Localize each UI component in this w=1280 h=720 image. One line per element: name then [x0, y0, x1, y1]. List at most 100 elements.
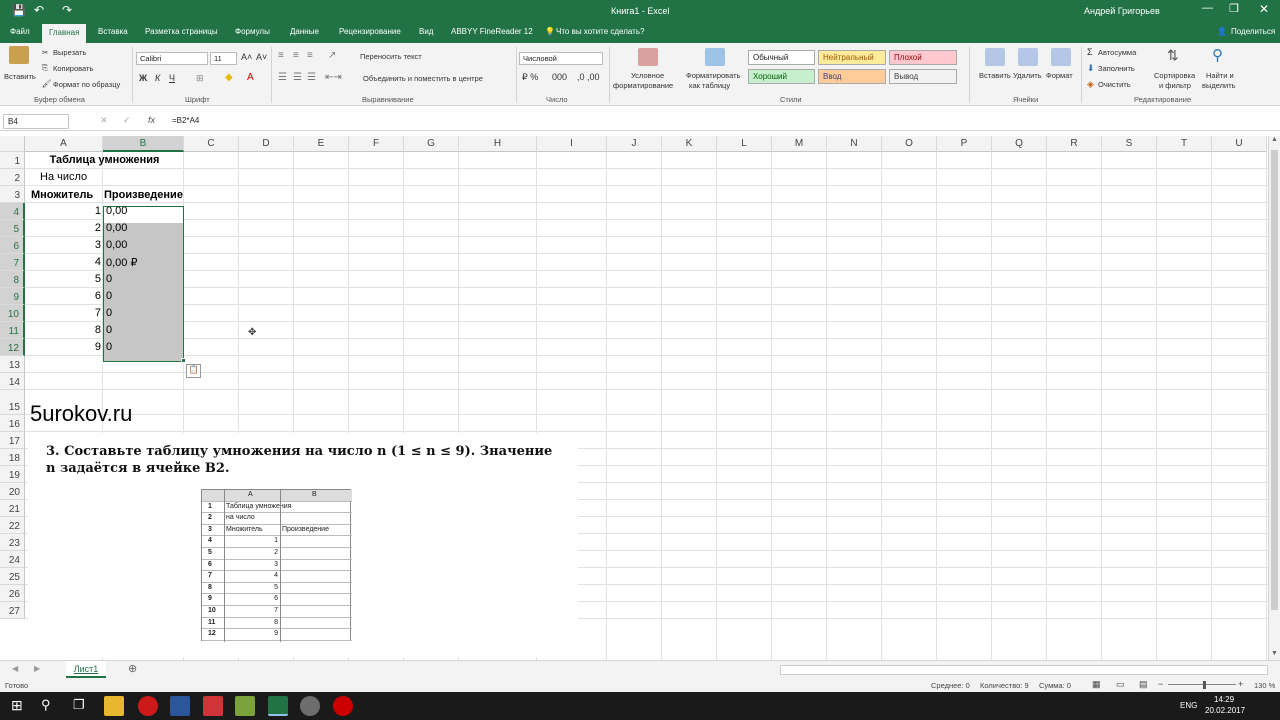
- row-header-11[interactable]: 11: [0, 322, 25, 339]
- row-header-5[interactable]: 5: [0, 220, 25, 237]
- user-name[interactable]: Андрей Григорьев: [1084, 6, 1160, 16]
- cell-b5[interactable]: 0,00: [106, 222, 127, 234]
- explorer-icon[interactable]: [104, 696, 124, 716]
- row-header-9[interactable]: 9: [0, 288, 25, 305]
- row-header-23[interactable]: 23: [0, 534, 25, 551]
- row-header-4[interactable]: 4: [0, 203, 25, 220]
- minimize-icon[interactable]: —: [1202, 2, 1213, 14]
- find-select-icon[interactable]: ⚲: [1212, 46, 1223, 64]
- paste-button[interactable]: Вставить: [4, 72, 36, 81]
- column-header-l[interactable]: L: [717, 136, 772, 152]
- indent-icon[interactable]: ⇤⇥: [325, 72, 342, 83]
- fill-icon[interactable]: ⬇: [1087, 63, 1095, 74]
- format-cells-icon[interactable]: [1051, 48, 1071, 66]
- borders-icon[interactable]: ⊞: [196, 73, 204, 84]
- column-header-q[interactable]: Q: [992, 136, 1047, 152]
- language-indicator[interactable]: ENG: [1180, 701, 1197, 710]
- clock-time[interactable]: 14:29: [1214, 695, 1234, 704]
- decimal-icon[interactable]: ,0 ,00: [577, 72, 600, 82]
- select-all-corner[interactable]: [0, 136, 25, 152]
- insert-cells-button[interactable]: Вставить: [979, 71, 1011, 80]
- copy-icon[interactable]: ⎘: [42, 63, 48, 73]
- cell-a11[interactable]: 8: [26, 324, 101, 336]
- cell-a8[interactable]: 5: [26, 273, 101, 285]
- column-header-d[interactable]: D: [239, 136, 294, 152]
- column-header-s[interactable]: S: [1102, 136, 1157, 152]
- align-right-icon[interactable]: ☰: [307, 72, 316, 83]
- maximize-icon[interactable]: ❐: [1229, 2, 1239, 15]
- align-top-icon[interactable]: ≡: [278, 50, 284, 61]
- recorder-icon[interactable]: [333, 696, 353, 716]
- tab-abbyy[interactable]: ABBYY FineReader 12: [451, 27, 533, 36]
- find-select-label-2[interactable]: выделить: [1202, 81, 1236, 90]
- conditional-format-icon[interactable]: [638, 48, 658, 66]
- currency-icon[interactable]: ₽ %: [522, 72, 538, 83]
- enter-icon[interactable]: ✓: [123, 115, 131, 126]
- row-header-19[interactable]: 19: [0, 466, 25, 483]
- column-header-m[interactable]: M: [772, 136, 827, 152]
- row-header-27[interactable]: 27: [0, 602, 25, 619]
- align-bottom-icon[interactable]: ≡: [307, 50, 313, 61]
- horizontal-scrollbar[interactable]: [780, 665, 1268, 675]
- column-header-a[interactable]: A: [25, 136, 103, 152]
- prev-sheet-icon[interactable]: ◀: [12, 664, 18, 673]
- cell-b4[interactable]: 0,00: [106, 205, 127, 217]
- row-header-13[interactable]: 13: [0, 356, 25, 373]
- format-cells-button[interactable]: Формат: [1046, 71, 1073, 80]
- style-good[interactable]: Хороший: [748, 69, 815, 84]
- sort-filter-label-2[interactable]: и фильтр: [1159, 81, 1191, 90]
- clear-button[interactable]: Очистить: [1098, 80, 1131, 89]
- column-header-h[interactable]: H: [459, 136, 537, 152]
- align-left-icon[interactable]: ☰: [278, 72, 287, 83]
- share-button[interactable]: Поделиться: [1231, 27, 1275, 36]
- column-header-c[interactable]: C: [184, 136, 239, 152]
- cell-b11[interactable]: 0: [106, 324, 112, 336]
- find-select-label-1[interactable]: Найти и: [1206, 71, 1234, 80]
- align-center-icon[interactable]: ☰: [293, 72, 302, 83]
- row-header-8[interactable]: 8: [0, 271, 25, 288]
- style-output[interactable]: Вывод: [889, 69, 957, 84]
- formula-input[interactable]: =B2*A4: [172, 116, 199, 125]
- cell-b10[interactable]: 0: [106, 307, 112, 319]
- search-icon[interactable]: ⚲: [41, 697, 51, 713]
- row-header-20[interactable]: 20: [0, 483, 25, 500]
- zoom-out-icon[interactable]: −: [1158, 679, 1163, 689]
- tab-page-layout[interactable]: Разметка страницы: [145, 27, 218, 36]
- vertical-scrollbar[interactable]: ▲ ▼: [1268, 136, 1280, 660]
- tell-me-search[interactable]: Что вы хотите сделать?: [556, 27, 644, 36]
- save-icon[interactable]: 💾: [12, 4, 26, 17]
- row-header-15[interactable]: 15: [0, 390, 25, 415]
- merge-center-button[interactable]: Объединить и поместить в центре: [363, 74, 483, 83]
- row-header-24[interactable]: 24: [0, 551, 25, 568]
- copy-button[interactable]: Копировать: [53, 64, 93, 73]
- fill-color-icon[interactable]: ◆: [225, 72, 233, 83]
- font-name-select[interactable]: Calibri: [136, 52, 208, 65]
- cell-a2[interactable]: На число: [40, 171, 87, 183]
- row-header-10[interactable]: 10: [0, 305, 25, 322]
- cell-a1[interactable]: Таблица умножения: [26, 154, 183, 166]
- cell-b7[interactable]: 0,00 ₽: [106, 256, 137, 269]
- row-header-18[interactable]: 18: [0, 449, 25, 466]
- row-header-3[interactable]: 3: [0, 186, 25, 203]
- close-icon[interactable]: ✕: [1259, 2, 1269, 16]
- row-header-1[interactable]: 1: [0, 152, 25, 169]
- italic-icon[interactable]: К: [155, 73, 160, 83]
- page-layout-icon[interactable]: ▭: [1116, 679, 1125, 690]
- column-header-u[interactable]: U: [1212, 136, 1267, 152]
- column-header-e[interactable]: E: [294, 136, 349, 152]
- cell-a3[interactable]: Множитель: [31, 189, 93, 201]
- tab-view[interactable]: Вид: [419, 27, 433, 36]
- tab-data[interactable]: Данные: [290, 27, 319, 36]
- clock-date[interactable]: 20.02.2017: [1205, 706, 1245, 715]
- zoom-in-icon[interactable]: +: [1238, 679, 1243, 689]
- row-header-25[interactable]: 25: [0, 568, 25, 585]
- tab-file[interactable]: Файл: [10, 27, 30, 36]
- start-icon[interactable]: ⊞: [11, 697, 23, 714]
- opera-icon[interactable]: [138, 696, 158, 716]
- column-header-f[interactable]: F: [349, 136, 404, 152]
- fill-handle[interactable]: [181, 358, 186, 363]
- font-size-select[interactable]: 11: [210, 52, 237, 65]
- paste-icon[interactable]: [9, 46, 29, 64]
- task-view-icon[interactable]: ❐: [73, 697, 85, 713]
- column-header-k[interactable]: K: [662, 136, 717, 152]
